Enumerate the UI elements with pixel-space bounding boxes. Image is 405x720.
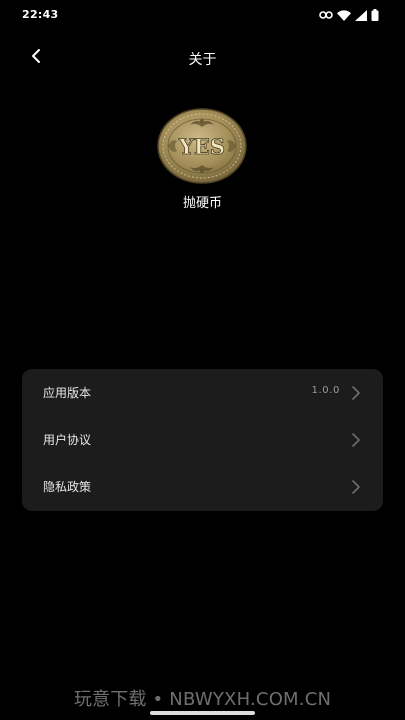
chevron-right-icon (351, 385, 361, 401)
app-version-value: 1.0.0 (311, 385, 340, 396)
app-name: 抛硬币 (182, 196, 222, 211)
wifi-icon (337, 9, 351, 21)
vpn-key-icon (319, 10, 333, 20)
list-item-privacy-policy[interactable]: 隐私政策 (22, 465, 383, 509)
row-label: 应用版本 (43, 386, 92, 400)
svg-text:YES: YES (178, 134, 225, 159)
status-time: 22:43 (22, 8, 59, 21)
app-logo-coin: YES (157, 108, 247, 184)
status-bar: 22:43 (0, 0, 405, 30)
page-title: 关于 (188, 52, 217, 68)
home-indicator[interactable] (150, 711, 255, 715)
signal-icon (355, 9, 367, 21)
row-label: 用户协议 (43, 433, 92, 447)
chevron-right-icon (351, 479, 361, 495)
chevron-right-icon (351, 432, 361, 448)
info-card: 应用版本 1.0.0 用户协议 隐私政策 (22, 369, 383, 511)
status-icons (319, 9, 379, 21)
list-item-app-version[interactable]: 应用版本 1.0.0 (22, 371, 383, 415)
about-screen: 22:43 关于 YES 抛硬币 应用版本 1.0.0 用户协议 隐私政策 玩意… (0, 0, 405, 720)
row-label: 隐私政策 (43, 480, 92, 494)
nav-bar: 关于 (0, 38, 405, 78)
watermark-text: 玩意下载 • NBWYXH.COM.CN (73, 689, 332, 710)
battery-icon (371, 9, 379, 21)
list-item-user-agreement[interactable]: 用户协议 (22, 418, 383, 462)
